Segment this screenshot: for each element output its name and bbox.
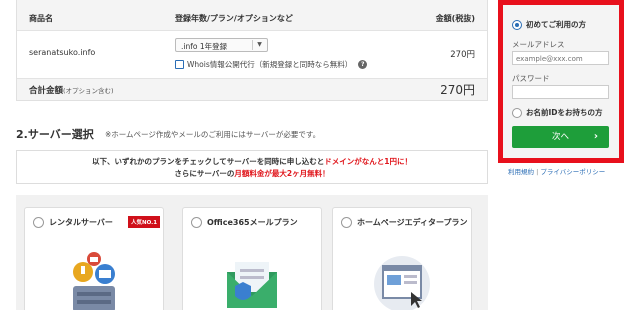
next-button[interactable]: 次へ ›: [512, 126, 609, 148]
total-row: 合計金額(オプション含む) 270円: [17, 79, 487, 100]
existing-id-radio[interactable]: [512, 107, 522, 118]
plan-card-rental-server[interactable]: レンタルサーバー 人気NO.1: [24, 207, 164, 310]
whois-option[interactable]: Whois情報公開代行（新規登録と同時なら無料） ?: [175, 59, 368, 70]
total-sub-label: (オプション含む): [63, 87, 114, 95]
order-table: 商品名 登録年数/プラン/オプションなど 金額(税抜) seranatsuko.…: [16, 0, 488, 101]
link-separator: |: [536, 168, 539, 176]
total-label: 合計金額(オプション含む): [29, 84, 114, 96]
plan-select-value: .info 1年登録: [181, 42, 228, 51]
popular-badge: 人気NO.1: [128, 216, 161, 228]
notice-line-1-text: 以下、いずれかのプランをチェックしてサーバーを同時に申し込むと: [92, 157, 325, 166]
order-table-header: 商品名 登録年数/プラン/オプションなど 金額(税抜): [17, 0, 487, 31]
section-note: ※ホームページ作成やメールのご利用にはサーバーが必要です。: [105, 130, 321, 139]
domain-price: 270円: [450, 50, 475, 60]
next-button-label: 次へ: [551, 132, 569, 142]
notice-line-1: 以下、いずれかのプランをチェックしてサーバーを同時に申し込むとドメインがなんと1…: [17, 156, 487, 168]
whois-label: Whois情報公開代行（新規登録と同時なら無料）: [187, 60, 353, 69]
login-panel: 初めてご利用の方 メールアドレス パスワード お名前IDをお持ちの方 次へ ›: [498, 0, 624, 163]
whois-checkbox[interactable]: [175, 60, 184, 69]
first-time-option[interactable]: 初めてご利用の方: [512, 19, 586, 30]
email-field[interactable]: [512, 51, 609, 65]
plan-card-homepage-editor[interactable]: ホームページエディタープラン: [332, 207, 472, 310]
plan-radio[interactable]: [191, 217, 202, 228]
email-label: メールアドレス: [512, 40, 565, 49]
header-amount: 金額(税抜): [435, 14, 475, 23]
header-plan: 登録年数/プラン/オプションなど: [175, 14, 293, 23]
total-label-text: 合計金額: [29, 86, 64, 96]
help-icon[interactable]: ?: [358, 60, 368, 69]
table-row: seranatsuko.info .info 1年登録 ▼ Whois情報公開代…: [17, 31, 487, 79]
existing-id-label: お名前IDをお持ちの方: [526, 108, 603, 117]
mail-envelope-icon: [227, 262, 277, 308]
campaign-notice: 以下、いずれかのプランをチェックしてサーバーを同時に申し込むとドメインがなんと1…: [16, 150, 488, 184]
first-time-label: 初めてご利用の方: [526, 20, 586, 29]
total-value: 270円: [440, 83, 475, 97]
plan-label: レンタルサーバー: [49, 218, 113, 227]
header-product: 商品名: [29, 14, 53, 23]
password-field[interactable]: [512, 85, 609, 99]
plan-radio[interactable]: [341, 217, 352, 228]
plan-card-office365[interactable]: Office365メールプラン: [182, 207, 322, 310]
terms-link[interactable]: 利用規約: [508, 168, 534, 176]
notice-line-2: さらにサーバーの月額料金が最大2ヶ月無料！: [17, 168, 487, 180]
chevron-down-icon: ▼: [252, 40, 266, 50]
web-editor-icon: [374, 256, 430, 310]
notice-line-2-highlight: 月額料金が最大2ヶ月無料！: [234, 169, 330, 178]
privacy-link[interactable]: プライバシーポリシー: [540, 168, 605, 176]
plan-label: ホームページエディタープラン: [357, 218, 468, 227]
plan-select[interactable]: .info 1年登録 ▼: [175, 38, 268, 52]
plan-cards: レンタルサーバー 人気NO.1 Office365メールプラン ホームページエデ…: [16, 195, 488, 310]
notice-line-2-text: さらにサーバーの: [174, 169, 235, 178]
plan-label: Office365メールプラン: [207, 218, 298, 227]
first-time-radio[interactable]: [512, 19, 522, 30]
notice-line-1-highlight: ドメインがなんと1円に！: [324, 157, 412, 166]
plan-radio[interactable]: [33, 217, 44, 228]
policy-links: 利用規約 | プライバシーポリシー: [508, 166, 605, 176]
existing-id-option[interactable]: お名前IDをお持ちの方: [512, 107, 603, 118]
server-illustration-icon: [73, 252, 115, 310]
password-label: パスワード: [512, 74, 550, 83]
chevron-right-icon: ›: [593, 131, 598, 142]
domain-name: seranatsuko.info: [29, 48, 96, 57]
section-title: 2.サーバー選択: [16, 128, 94, 141]
